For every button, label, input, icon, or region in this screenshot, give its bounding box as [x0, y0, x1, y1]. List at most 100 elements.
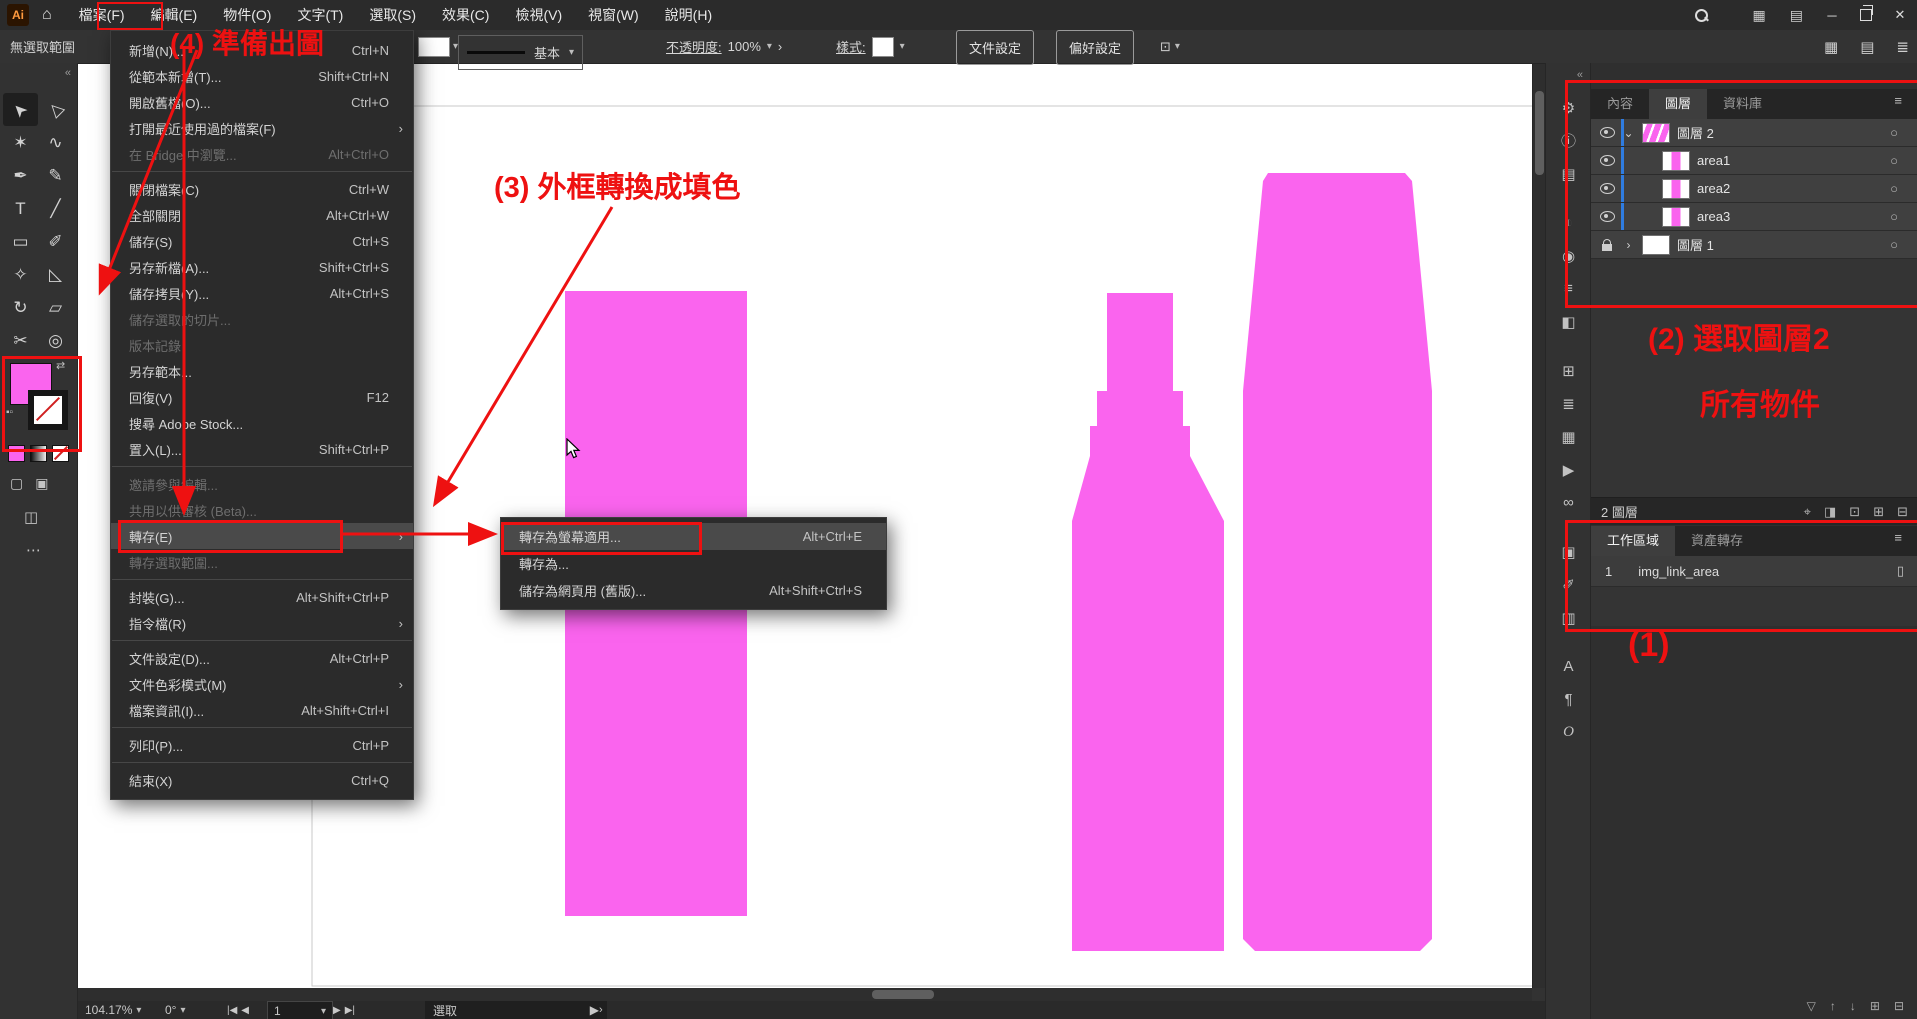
- panel-tab[interactable]: 工作區域: [1591, 526, 1675, 556]
- file-menu-item[interactable]: ›: [111, 462, 413, 471]
- layer-thumbnail[interactable]: [1662, 151, 1690, 171]
- menubar-menu[interactable]: 視窗(W): [575, 0, 652, 30]
- paragraph-panel-icon[interactable]: ¶: [1546, 683, 1591, 716]
- scissors-tool[interactable]: ✂: [3, 324, 38, 357]
- layer-thumbnail[interactable]: [1642, 123, 1670, 143]
- target-circle-icon[interactable]: ○: [1890, 153, 1898, 168]
- opacity-value[interactable]: 100%: [728, 39, 761, 54]
- target-circle-icon[interactable]: ○: [1890, 237, 1898, 252]
- submenu-item[interactable]: 儲存為網頁用 (舊版)... Alt+Shift+Ctrl+S: [501, 577, 886, 604]
- visibility-toggle[interactable]: [1599, 211, 1615, 222]
- vertical-scrollbar[interactable]: [1532, 63, 1546, 988]
- paintbrush-tool[interactable]: ✐: [38, 225, 73, 258]
- visibility-toggle[interactable]: [1599, 155, 1615, 166]
- direct-selection-tool[interactable]: ▷: [38, 93, 73, 126]
- arrange-grid-icon[interactable]: ▦: [1824, 38, 1838, 56]
- document-setup-button[interactable]: 文件設定: [956, 30, 1034, 65]
- file-menu-item[interactable]: 關閉檔案(C) Ctrl+W ›: [111, 176, 413, 202]
- collapse-toolbar-icon[interactable]: «: [65, 67, 71, 79]
- target-circle-icon[interactable]: ○: [1890, 209, 1898, 224]
- target-circle-icon[interactable]: ○: [1890, 125, 1898, 140]
- submenu-item[interactable]: 轉存為...: [501, 550, 886, 577]
- magic-wand-tool[interactable]: ✶: [3, 126, 38, 159]
- file-menu-item[interactable]: 打開最近使用過的檔案(F) ›: [111, 115, 413, 141]
- panel-menu-icon[interactable]: ≡: [1894, 93, 1902, 108]
- menubar-menu[interactable]: 檔案(F): [66, 0, 138, 30]
- artboard-name[interactable]: img_link_area: [1638, 564, 1719, 579]
- links-panel-icon[interactable]: ∞: [1546, 486, 1591, 519]
- settings-gear-icon[interactable]: ⚙: [1546, 91, 1591, 124]
- panel-tab[interactable]: 資料庫: [1707, 89, 1778, 119]
- file-menu-item[interactable]: ›: [111, 575, 413, 584]
- expand-arrow-icon[interactable]: ›: [778, 39, 782, 54]
- artboard-row[interactable]: 1 img_link_area ▯: [1591, 556, 1917, 587]
- visibility-toggle[interactable]: [1599, 183, 1615, 194]
- search-icon[interactable]: [1695, 9, 1707, 21]
- first-artboard-icon[interactable]: |◀: [227, 1005, 237, 1016]
- selection-tool[interactable]: ➤: [3, 93, 38, 126]
- draw-normal-icon[interactable]: ▢: [10, 475, 23, 492]
- file-menu-item[interactable]: ›: [111, 167, 413, 176]
- brush-definition-dropdown[interactable]: 基本 ▾: [458, 35, 583, 70]
- gradient-mode-button[interactable]: [30, 445, 47, 462]
- file-menu-item[interactable]: 開啟舊檔(O)... Ctrl+O ›: [111, 89, 413, 115]
- last-artboard-icon[interactable]: ▶|: [345, 1005, 355, 1016]
- layer-row[interactable]: area3 ○: [1591, 203, 1917, 231]
- file-menu-item[interactable]: 轉存(E) ›: [111, 523, 413, 549]
- line-segment-tool[interactable]: ╱: [38, 192, 73, 225]
- swatches-panel-icon[interactable]: ◐: [1546, 206, 1591, 239]
- zoom-tool[interactable]: ◎: [38, 324, 73, 357]
- home-icon[interactable]: ⌂: [42, 6, 52, 24]
- file-menu-item[interactable]: 全部關閉 Alt+Ctrl+W ›: [111, 202, 413, 228]
- file-menu-item[interactable]: 檔案資訊(I)... Alt+Shift+Ctrl+I ›: [111, 697, 413, 723]
- menubar-menu[interactable]: 文字(T): [284, 0, 356, 30]
- layer-thumbnail[interactable]: [1662, 207, 1690, 227]
- eraser-tool[interactable]: ◺: [38, 258, 73, 291]
- menubar-menu[interactable]: 說明(H): [652, 0, 725, 30]
- control-menu-icon[interactable]: ≣: [1896, 38, 1909, 56]
- file-menu-item[interactable]: 封裝(G)... Alt+Shift+Ctrl+P ›: [111, 584, 413, 610]
- file-menu-item[interactable]: 邀請參與編輯... ›: [111, 471, 413, 497]
- color-mode-button[interactable]: [8, 445, 25, 462]
- filter-icon[interactable]: ▽: [1807, 999, 1816, 1013]
- curvature-tool[interactable]: ✎: [38, 159, 73, 192]
- submenu-item[interactable]: 轉存為螢幕適用... Alt+Ctrl+E: [501, 523, 886, 550]
- file-menu-item[interactable]: 文件色彩模式(M) ›: [111, 671, 413, 697]
- shaper-tool[interactable]: ✧: [3, 258, 38, 291]
- prev-artboard-icon[interactable]: ◀: [241, 1005, 249, 1016]
- file-menu-item[interactable]: 共用以供審核 (Beta)... ›: [111, 497, 413, 523]
- menubar-menu[interactable]: 效果(C): [429, 0, 502, 30]
- magenta-bottle-shape-large[interactable]: [1243, 173, 1432, 951]
- gradient-panel-icon[interactable]: ◉: [1546, 239, 1591, 272]
- stroke-color-well[interactable]: ▾: [418, 30, 458, 63]
- rotation-dropdown[interactable]: 0° ▾: [165, 1001, 186, 1019]
- more-options-control[interactable]: ⊡ ▾: [1160, 30, 1180, 63]
- lasso-tool[interactable]: ∿: [38, 126, 73, 159]
- file-menu-item[interactable]: 搜尋 Adobe Stock... ›: [111, 410, 413, 436]
- delete-layer-icon[interactable]: ⊟: [1897, 504, 1908, 520]
- menubar-menu[interactable]: 檢視(V): [502, 0, 575, 30]
- new-layer-icon[interactable]: ⊞: [1873, 504, 1884, 520]
- file-menu-item[interactable]: 置入(L)... Shift+Ctrl+P ›: [111, 436, 413, 462]
- none-mode-button[interactable]: [52, 445, 69, 462]
- move-up-icon[interactable]: ↑: [1830, 999, 1836, 1013]
- layer-name[interactable]: 圖層 2: [1677, 123, 1883, 142]
- new-artboard-icon[interactable]: ⊞: [1870, 999, 1880, 1013]
- delete-artboard-icon[interactable]: ⊟: [1894, 999, 1904, 1013]
- file-menu-item[interactable]: ›: [111, 636, 413, 645]
- layer-name[interactable]: area2: [1697, 181, 1883, 196]
- export-panel-icon[interactable]: ▤: [1546, 157, 1591, 190]
- layer-row[interactable]: ⌄ 圖層 2 ○: [1591, 119, 1917, 147]
- file-menu-item[interactable]: 儲存(S) Ctrl+S ›: [111, 228, 413, 254]
- panel-tab[interactable]: 內容: [1591, 89, 1649, 119]
- file-menu-item[interactable]: 回復(V) F12 ›: [111, 384, 413, 410]
- file-menu-item[interactable]: ›: [111, 758, 413, 767]
- transparency-panel-icon[interactable]: ◧: [1546, 305, 1591, 338]
- layer-name[interactable]: area3: [1697, 209, 1883, 224]
- expand-panels-icon[interactable]: «: [1577, 69, 1583, 81]
- layer-thumbnail[interactable]: [1662, 179, 1690, 199]
- rotate-tool[interactable]: ↻: [3, 291, 38, 324]
- status-field[interactable]: 選取 ▶: [425, 1001, 607, 1019]
- rectangle-tool[interactable]: ▭: [3, 225, 38, 258]
- target-circle-icon[interactable]: ○: [1890, 181, 1898, 196]
